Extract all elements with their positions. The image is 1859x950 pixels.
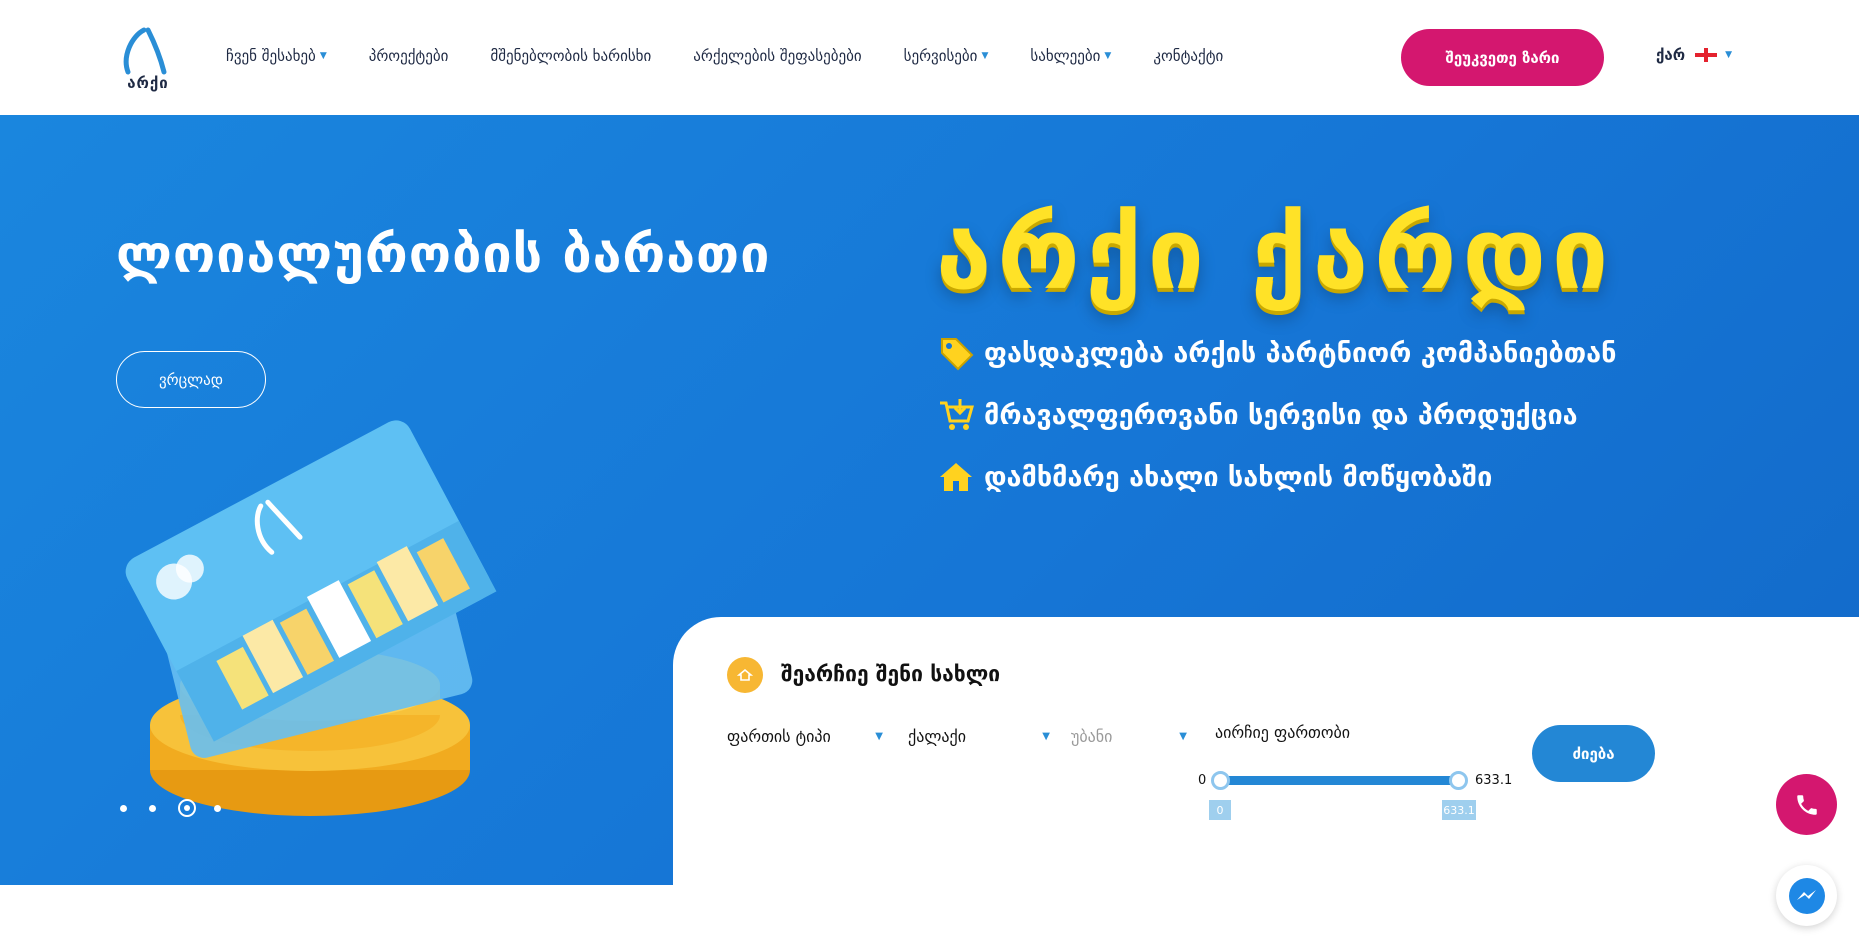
feature-text: ფასდაკლება არქის პარტნიორ კომპანიებთან bbox=[984, 337, 1617, 369]
nav-label: არქელების შეფასებები bbox=[693, 47, 862, 65]
slider-dots bbox=[120, 799, 243, 817]
nav-item-services[interactable]: სერვისები ▼ bbox=[904, 47, 989, 65]
chevron-down-icon: ▼ bbox=[875, 730, 883, 742]
feature-item: ფასდაკლება არქის პარტნიორ კომპანიებთან bbox=[936, 333, 1616, 373]
feature-text: მრავალფეროვანი სერვისი და პროდუქცია bbox=[984, 399, 1578, 431]
georgia-flag-icon bbox=[1695, 48, 1718, 62]
chevron-down-icon: ▼ bbox=[1725, 50, 1732, 60]
slider-dot[interactable] bbox=[120, 804, 127, 812]
range-max-handle[interactable] bbox=[1449, 771, 1468, 790]
site-logo[interactable]: არქი bbox=[118, 26, 174, 92]
city-select[interactable]: ქალაქი ▼ bbox=[908, 723, 1050, 749]
chevron-down-icon: ▼ bbox=[319, 51, 327, 61]
order-call-button[interactable]: შეუკვეთე ზარი bbox=[1401, 29, 1604, 86]
select-label: ფართის ტიპი bbox=[727, 726, 831, 746]
chevron-down-icon: ▼ bbox=[1104, 51, 1112, 61]
nav-item-reviews[interactable]: არქელების შეფასებები bbox=[693, 47, 861, 65]
hero-title: ლოიალურობის ბარათი bbox=[116, 225, 771, 285]
nav-item-projects[interactable]: პროექტები bbox=[369, 47, 449, 65]
chevron-down-icon: ▼ bbox=[981, 51, 989, 61]
logo-mark-icon bbox=[123, 27, 167, 75]
logo-text: არქი bbox=[127, 74, 169, 92]
home-icon bbox=[727, 657, 763, 693]
area-range-track[interactable] bbox=[1220, 776, 1460, 785]
feature-item: დამხმარე ახალი სახლის მოწყობაში bbox=[936, 457, 1492, 497]
select-label: უბანი bbox=[1071, 726, 1113, 746]
nav-item-homes[interactable]: სახლეები ▼ bbox=[1030, 47, 1111, 65]
range-min-label: 0 bbox=[1198, 773, 1207, 788]
range-max-value: 633.1 bbox=[1442, 800, 1476, 820]
home-search-panel: შეარჩიე შენი სახლი ფართის ტიპი ▼ ქალაქი … bbox=[673, 617, 1859, 950]
feature-item: მრავალფეროვანი სერვისი და პროდუქცია bbox=[936, 395, 1578, 435]
range-min-value: 0 bbox=[1209, 800, 1231, 820]
nav-item-about[interactable]: ჩვენ შესახებ ▼ bbox=[226, 47, 327, 65]
nav-label: სახლეები bbox=[1030, 47, 1101, 65]
search-title: შეარჩიე შენი სახლი bbox=[781, 662, 1001, 686]
chevron-down-icon: ▼ bbox=[1179, 730, 1187, 742]
site-header: არქი ჩვენ შესახებ ▼ პროექტები მშენებლობის… bbox=[0, 0, 1859, 115]
nav-label: მშენებლობის ხარისხი bbox=[490, 47, 652, 65]
messenger-icon bbox=[1788, 877, 1825, 914]
language-switcher[interactable]: ქარ ▼ bbox=[1656, 46, 1732, 64]
nav-label: კონტაქტი bbox=[1153, 47, 1224, 65]
nav-label: სერვისები bbox=[903, 47, 978, 65]
select-label: ქალაქი bbox=[908, 726, 966, 746]
language-label: ქარ bbox=[1656, 46, 1686, 64]
slider-dot-active[interactable] bbox=[178, 799, 196, 817]
district-select[interactable]: უბანი ▼ bbox=[1071, 723, 1187, 749]
nav-label: პროექტები bbox=[368, 47, 449, 65]
tag-icon bbox=[941, 338, 974, 371]
phone-icon bbox=[1796, 794, 1817, 815]
range-max-label: 633.1 bbox=[1475, 773, 1513, 788]
slider-dot[interactable] bbox=[214, 804, 221, 812]
nav-item-quality[interactable]: მშენებლობის ხარისხი bbox=[490, 47, 651, 65]
messenger-button[interactable] bbox=[1776, 865, 1837, 926]
search-button[interactable]: ძიება bbox=[1532, 725, 1655, 782]
property-type-select[interactable]: ფართის ტიპი ▼ bbox=[727, 723, 883, 749]
area-range-label: აირჩიე ფართობი bbox=[1215, 723, 1351, 742]
nav-label: ჩვენ შესახებ bbox=[226, 47, 316, 65]
main-nav: ჩვენ შესახებ ▼ პროექტები მშენებლობის ხარი… bbox=[226, 44, 1265, 68]
brand-title: არქი ქარდი bbox=[936, 195, 1615, 312]
call-button[interactable] bbox=[1776, 774, 1837, 835]
home-icon bbox=[940, 463, 972, 491]
nav-item-contact[interactable]: კონტაქტი bbox=[1153, 47, 1223, 65]
cart-icon bbox=[940, 399, 974, 430]
feature-text: დამხმარე ახალი სახლის მოწყობაში bbox=[984, 461, 1493, 493]
chevron-down-icon: ▼ bbox=[1042, 730, 1050, 742]
slider-dot[interactable] bbox=[149, 804, 156, 812]
loyalty-card-illustration bbox=[100, 385, 530, 865]
range-min-handle[interactable] bbox=[1211, 771, 1230, 790]
